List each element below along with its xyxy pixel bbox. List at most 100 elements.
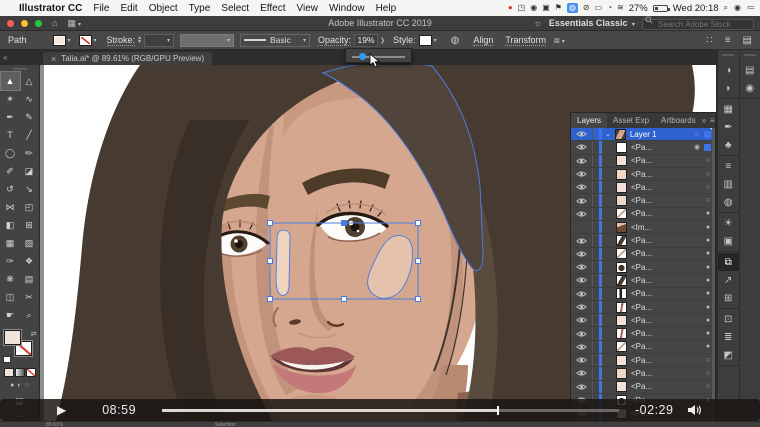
selection-tool[interactable]: ▲ bbox=[1, 72, 20, 90]
libraries-panel-icon[interactable]: ▤ bbox=[740, 61, 760, 79]
layer-row[interactable]: <Im...● bbox=[571, 221, 715, 234]
style-swatch-control[interactable]: ▾ bbox=[419, 35, 437, 46]
utility-app-icon[interactable]: ◉ bbox=[530, 4, 537, 12]
menu-file[interactable]: File bbox=[93, 3, 109, 14]
color-button[interactable] bbox=[4, 368, 14, 377]
slice-tool[interactable]: ✂ bbox=[20, 288, 39, 306]
selection-chip[interactable] bbox=[704, 144, 711, 151]
type-tool[interactable]: T bbox=[1, 126, 20, 144]
artboards-panel-icon[interactable]: ⊞ bbox=[718, 289, 739, 307]
curvature-tool[interactable]: ✎ bbox=[20, 108, 39, 126]
shaper-tool[interactable]: ✐ bbox=[1, 162, 20, 180]
scale-tool[interactable]: ↘ bbox=[20, 180, 39, 198]
opacity-slider-knob[interactable] bbox=[359, 53, 366, 60]
minimize-window-button[interactable] bbox=[21, 20, 28, 27]
none-button[interactable] bbox=[26, 368, 36, 377]
play-button[interactable]: ▶ bbox=[57, 403, 66, 417]
layer-thumbnail[interactable] bbox=[616, 302, 627, 313]
width-tool[interactable]: ⋈ bbox=[1, 198, 20, 216]
layer-thumbnail[interactable] bbox=[616, 355, 627, 366]
menu-object[interactable]: Object bbox=[149, 3, 178, 14]
visibility-toggle[interactable] bbox=[571, 141, 593, 153]
visibility-toggle[interactable] bbox=[571, 261, 593, 273]
pathfinder-panel-icon[interactable]: ◩ bbox=[718, 346, 739, 364]
line-segment-tool[interactable]: ╱ bbox=[20, 126, 39, 144]
layer-thumbnail[interactable] bbox=[616, 288, 627, 299]
layer-name[interactable]: <Pa... bbox=[631, 156, 701, 165]
workspace-switcher-icon[interactable]: ▦▾ bbox=[67, 18, 81, 29]
target-icon[interactable]: ◉ bbox=[690, 143, 704, 151]
progress-bar[interactable] bbox=[162, 409, 619, 412]
volume-button[interactable] bbox=[687, 404, 703, 416]
visibility-toggle[interactable] bbox=[571, 367, 593, 379]
playhead[interactable] bbox=[497, 406, 499, 415]
layers-panel-icon[interactable]: ⧉ bbox=[718, 253, 739, 271]
gradient-panel-icon[interactable]: ◗ bbox=[718, 79, 739, 97]
ellipse-tool[interactable]: ◯ bbox=[1, 144, 20, 162]
eraser-tool[interactable]: ◪ bbox=[20, 162, 39, 180]
do-not-disturb-icon[interactable]: ⊘ bbox=[583, 4, 590, 12]
graph-tool[interactable]: ▤ bbox=[20, 270, 39, 288]
layer-thumbnail[interactable] bbox=[616, 222, 627, 233]
visibility-toggle[interactable] bbox=[571, 288, 593, 300]
transform-panel-icon[interactable]: ⊡ bbox=[718, 310, 739, 328]
layer-row[interactable]: <Pa...○ bbox=[571, 367, 715, 380]
align-link[interactable]: Align bbox=[473, 35, 493, 46]
stroke-weight-dropdown[interactable]: ▾ bbox=[144, 34, 174, 47]
layer-thumbnail[interactable] bbox=[616, 155, 627, 166]
layer-row[interactable]: <Pa...○ bbox=[571, 168, 715, 181]
layer-name[interactable]: <Pa... bbox=[631, 382, 701, 391]
menu-view[interactable]: View bbox=[296, 3, 318, 14]
visibility-toggle[interactable] bbox=[571, 301, 593, 313]
layers-scrollbar[interactable] bbox=[712, 128, 715, 426]
layer-row[interactable]: <Pa...● bbox=[571, 208, 715, 221]
direct-selection-tool[interactable]: △ bbox=[20, 72, 39, 90]
spotlight-icon[interactable]: ⌕ bbox=[724, 4, 728, 12]
layer-row[interactable]: <Pa...○ bbox=[571, 181, 715, 194]
magic-wand-tool[interactable]: ✶ bbox=[1, 90, 20, 108]
opacity-value-field[interactable]: 19% bbox=[354, 34, 378, 47]
screen-record-icon[interactable]: ● bbox=[508, 4, 513, 12]
layer-thumbnail[interactable] bbox=[616, 328, 627, 339]
zoom-tool[interactable]: ⌕ bbox=[20, 306, 39, 324]
document-tab[interactable]: × Talia.ai* @ 89.61% (RGB/GPU Preview) bbox=[43, 52, 212, 65]
layer-thumbnail[interactable] bbox=[616, 248, 627, 259]
swap-fill-stroke-icon[interactable]: ⇄ bbox=[31, 330, 37, 338]
panel-overflow-icon[interactable]: » bbox=[702, 116, 706, 125]
layer-name[interactable]: <Pa... bbox=[631, 342, 701, 351]
statusbar-zoom[interactable]: 89.61% bbox=[46, 422, 63, 427]
layer-row[interactable]: <Pa...● bbox=[571, 274, 715, 287]
layer-row[interactable]: <Pa...● bbox=[571, 288, 715, 301]
stroke-weight-stepper[interactable]: ▲▼ bbox=[137, 36, 142, 44]
layer-name[interactable]: <Pa... bbox=[631, 369, 701, 378]
layer-thumbnail[interactable] bbox=[616, 381, 627, 392]
close-window-button[interactable] bbox=[7, 20, 14, 27]
blend-tool[interactable]: ❖ bbox=[20, 252, 39, 270]
width-profile-dropdown[interactable]: ▾ bbox=[180, 34, 234, 47]
visibility-toggle[interactable] bbox=[571, 234, 593, 246]
layer-name[interactable]: Layer 1 bbox=[630, 130, 690, 139]
visibility-toggle[interactable] bbox=[571, 248, 593, 260]
visibility-toggle[interactable] bbox=[571, 155, 593, 167]
opacity-link[interactable]: Opacity: bbox=[318, 35, 351, 46]
tab-layers[interactable]: Layers bbox=[571, 113, 607, 128]
swatches-panel-icon[interactable]: ▦ bbox=[718, 100, 739, 118]
layer-row[interactable]: <Pa...● bbox=[571, 248, 715, 261]
gpu-performance-icon[interactable]: ☼ bbox=[534, 18, 542, 28]
opacity-expand-icon[interactable]: ❯ bbox=[380, 37, 385, 44]
layer-row[interactable]: <Pa...○ bbox=[571, 381, 715, 394]
menu-window[interactable]: Window bbox=[329, 3, 365, 14]
time-machine-icon[interactable]: ◔ bbox=[607, 4, 612, 12]
graphic-styles-panel-icon[interactable]: ▣ bbox=[718, 232, 739, 250]
layer-thumbnail[interactable] bbox=[616, 169, 627, 180]
layer-thumbnail[interactable] bbox=[615, 129, 626, 140]
search-input[interactable] bbox=[642, 19, 754, 30]
layer-thumbnail[interactable] bbox=[616, 315, 627, 326]
pattern-panel-icon[interactable]: ▥ bbox=[718, 175, 739, 193]
layer-row[interactable]: <Pa...● bbox=[571, 314, 715, 327]
default-colors-icon[interactable] bbox=[3, 356, 11, 363]
stroke-swatch-control[interactable]: ▾ bbox=[79, 35, 97, 46]
panel-menu-icon[interactable]: ▤ bbox=[743, 35, 752, 46]
notification-center-icon[interactable]: ≔ bbox=[747, 4, 755, 12]
layer-thumbnail[interactable] bbox=[616, 262, 627, 273]
